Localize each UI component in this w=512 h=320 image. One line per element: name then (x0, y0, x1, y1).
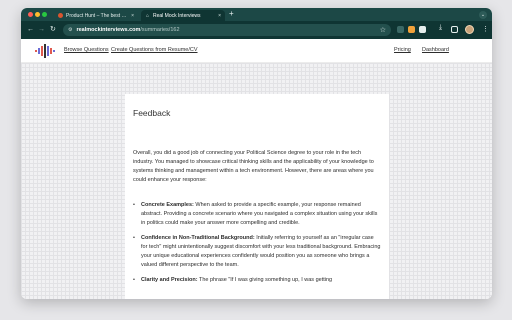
tab-title: Product Hunt – The best new (66, 12, 130, 19)
extensions-puzzle-icon[interactable] (419, 26, 426, 33)
new-tab-button[interactable]: + (229, 9, 234, 18)
site-icon: ⌂ (145, 12, 150, 19)
feedback-item-title: Confidence in Non-Traditional Background… (141, 235, 255, 241)
forward-icon[interactable]: → (38, 25, 45, 35)
site-info-icon[interactable]: ⚙ (68, 27, 72, 33)
address-bar[interactable]: ⚙ realmockinterviews.com /summaries/162 … (63, 24, 391, 36)
back-icon[interactable]: ← (27, 25, 34, 35)
feedback-item-title: Clarity and Precision: (141, 277, 198, 283)
more-menu-icon[interactable]: ⋮ (482, 25, 489, 33)
bookmark-star-icon[interactable]: ☆ (380, 26, 386, 34)
extension-amazon-icon[interactable] (408, 26, 415, 33)
feedback-item-body: The phrase "If I was giving something up… (198, 277, 333, 283)
site-logo[interactable] (35, 43, 55, 59)
tab-real-mock-interviews[interactable]: ⌂ Real Mock Interviews × (141, 10, 225, 21)
close-icon[interactable]: × (218, 13, 221, 19)
side-panel-icon[interactable] (451, 26, 458, 33)
nav-pricing[interactable]: Pricing (394, 47, 411, 53)
feedback-item: Clarity and Precision: The phrase "If I … (133, 276, 381, 285)
browser-window: Product Hunt – The best new × ⌂ Real Moc… (21, 8, 492, 299)
feedback-item-title: Concrete Examples: (141, 202, 194, 208)
window-minimize-button[interactable] (35, 12, 40, 17)
window-maximize-button[interactable] (42, 12, 47, 17)
reload-icon[interactable]: ↻ (50, 25, 56, 35)
site-header: Browse Questions Create Questions from R… (21, 39, 492, 63)
feedback-title: Feedback (133, 108, 171, 118)
feedback-item: Concrete Examples: When asked to provide… (133, 201, 381, 228)
feedback-card: Feedback Overall, you did a good job of … (125, 94, 389, 299)
feedback-intro: Overall, you did a good job of connectin… (133, 150, 374, 183)
feedback-item: Confidence in Non-Traditional Background… (133, 234, 381, 270)
window-close-button[interactable] (28, 12, 33, 17)
url-path: /summaries/162 (140, 27, 180, 33)
tab-search-icon[interactable]: ⌄ (479, 11, 487, 19)
download-icon[interactable]: ⤓ (439, 24, 446, 31)
product-hunt-icon (58, 13, 63, 18)
page-content: Feedback Overall, you did a good job of … (21, 63, 492, 299)
nav-create-from-resume[interactable]: Create Questions from Resume/CV (111, 47, 198, 53)
tab-strip: Product Hunt – The best new × ⌂ Real Moc… (21, 8, 492, 21)
browser-toolbar: ← → ↻ ⚙ realmockinterviews.com /summarie… (21, 21, 492, 39)
tab-product-hunt[interactable]: Product Hunt – The best new × (54, 10, 138, 21)
nav-browse-questions[interactable]: Browse Questions (64, 47, 109, 53)
close-icon[interactable]: × (131, 13, 134, 19)
extension-icon[interactable] (397, 26, 404, 33)
url-host: realmockinterviews.com (76, 27, 141, 33)
tab-title: Real Mock Interviews (153, 12, 201, 19)
profile-avatar[interactable] (465, 25, 474, 34)
nav-dashboard[interactable]: Dashboard (422, 47, 449, 53)
